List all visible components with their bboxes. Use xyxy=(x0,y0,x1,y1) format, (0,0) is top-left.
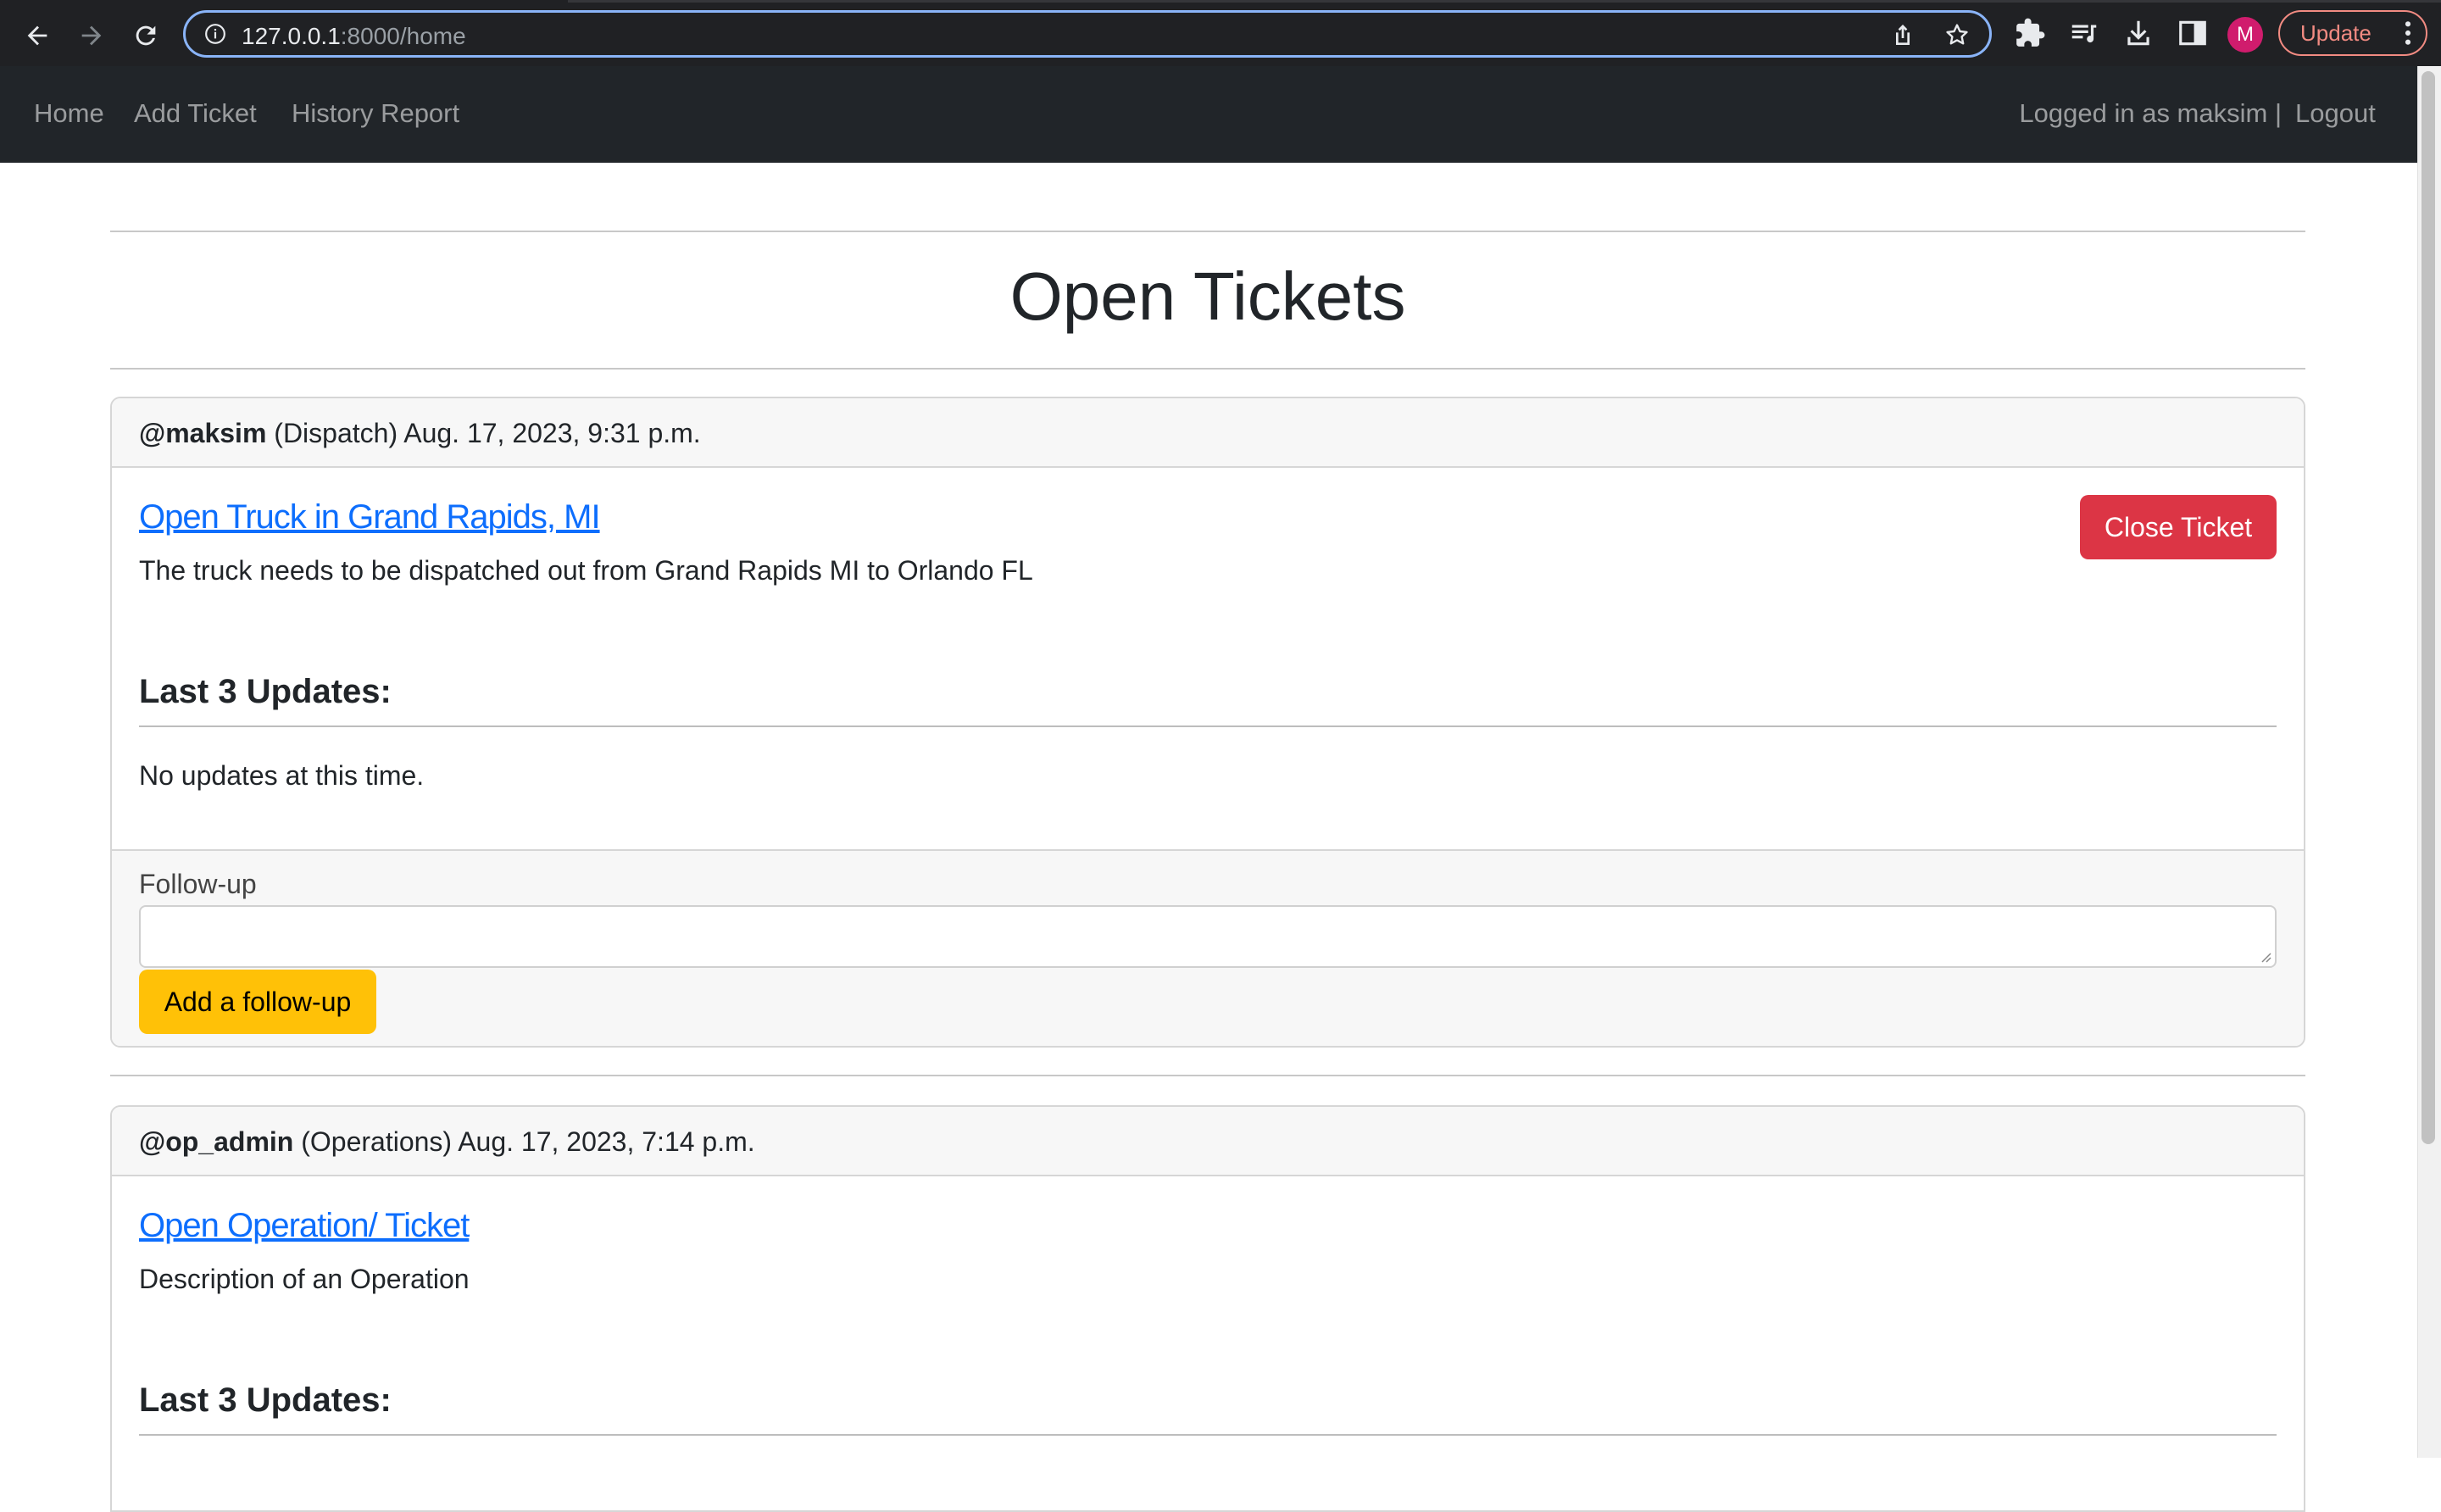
reload-button[interactable] xyxy=(127,17,164,54)
arrow-left-icon xyxy=(27,25,47,46)
followup-textarea[interactable] xyxy=(139,905,2277,968)
divider xyxy=(110,1075,2305,1076)
resize-grip-icon[interactable] xyxy=(2260,951,2271,963)
more-vertical-icon xyxy=(2405,21,2411,45)
download-icon[interactable] xyxy=(2122,17,2155,49)
profile-avatar[interactable]: M xyxy=(2227,17,2263,53)
add-followup-button[interactable]: Add a follow-up xyxy=(139,970,376,1034)
media-queue-icon[interactable] xyxy=(2068,17,2100,49)
close-ticket-button[interactable]: Close Ticket xyxy=(2080,495,2277,559)
forward-button[interactable] xyxy=(73,17,110,54)
ticket-timestamp: Aug. 17, 2023, 9:31 p.m. xyxy=(403,418,701,448)
tab-strip-edge xyxy=(0,0,2441,3)
url-text: 127.0.0.1:8000/home xyxy=(242,23,466,49)
share-icon[interactable] xyxy=(1889,21,1916,48)
address-bar[interactable]: 127.0.0.1:8000/home xyxy=(183,10,1992,58)
reload-icon xyxy=(136,25,156,46)
nav-home-link[interactable]: Home xyxy=(34,98,104,129)
ticket-description: The truck needs to be dispatched out fro… xyxy=(139,555,1033,586)
arrow-right-icon xyxy=(81,25,102,46)
ticket-user: @op_admin xyxy=(139,1126,294,1157)
page-title: Open Tickets xyxy=(1009,258,1406,334)
no-updates-text: No updates at this time. xyxy=(139,760,425,791)
logout-link[interactable]: Logout xyxy=(2295,98,2376,129)
app-navbar: Home Add Ticket History Report Logged in… xyxy=(0,66,2417,163)
update-label: Update xyxy=(2300,20,2371,46)
extensions-puzzle-icon[interactable] xyxy=(2014,17,2046,49)
ticket-title-link[interactable]: Open Operation/ Ticket xyxy=(139,1205,470,1246)
updates-divider xyxy=(139,1434,2277,1436)
ticket-description: Description of an Operation xyxy=(139,1264,470,1294)
divider xyxy=(110,368,2305,370)
updates-heading: Last 3 Updates: xyxy=(139,1381,392,1419)
divider xyxy=(110,231,2305,232)
side-panel-icon[interactable] xyxy=(2177,17,2209,49)
followup-form: Follow-up Add a follow-up xyxy=(112,849,2304,1046)
back-button[interactable] xyxy=(19,17,56,54)
ticket-department: (Dispatch) xyxy=(274,418,398,448)
scrollbar-thumb[interactable] xyxy=(2422,71,2435,1144)
ticket-header: @op_admin (Operations) Aug. 17, 2023, 7:… xyxy=(112,1107,2304,1176)
ticket-meta: @op_admin (Operations) Aug. 17, 2023, 7:… xyxy=(139,1126,755,1158)
bookmark-star-icon[interactable] xyxy=(1943,21,1971,48)
ticket-user: @maksim xyxy=(139,418,267,448)
followup-label: Follow-up xyxy=(139,869,257,899)
nav-history-report-link[interactable]: History Report xyxy=(292,98,459,129)
browser-update-button[interactable]: Update xyxy=(2278,10,2427,56)
ticket-department: (Operations) xyxy=(301,1126,453,1157)
ticket-header: @maksim (Dispatch) Aug. 17, 2023, 9:31 p… xyxy=(112,398,2304,468)
updates-divider xyxy=(139,725,2277,727)
logged-in-status: Logged in as maksim | xyxy=(2019,98,2282,128)
ticket-title-link[interactable]: Open Truck in Grand Rapids, MI xyxy=(139,497,601,537)
browser-toolbar: 127.0.0.1:8000/home M Update xyxy=(0,0,2441,66)
ticket-card: @op_admin (Operations) Aug. 17, 2023, 7:… xyxy=(110,1105,2305,1512)
ticket-meta: @maksim (Dispatch) Aug. 17, 2023, 9:31 p… xyxy=(139,417,701,449)
updates-heading: Last 3 Updates: xyxy=(139,673,392,710)
ticket-timestamp: Aug. 17, 2023, 7:14 p.m. xyxy=(458,1126,755,1157)
site-info-icon[interactable] xyxy=(204,23,226,45)
ticket-card: @maksim (Dispatch) Aug. 17, 2023, 9:31 p… xyxy=(110,397,2305,1048)
nav-add-ticket-link[interactable]: Add Ticket xyxy=(134,98,257,129)
